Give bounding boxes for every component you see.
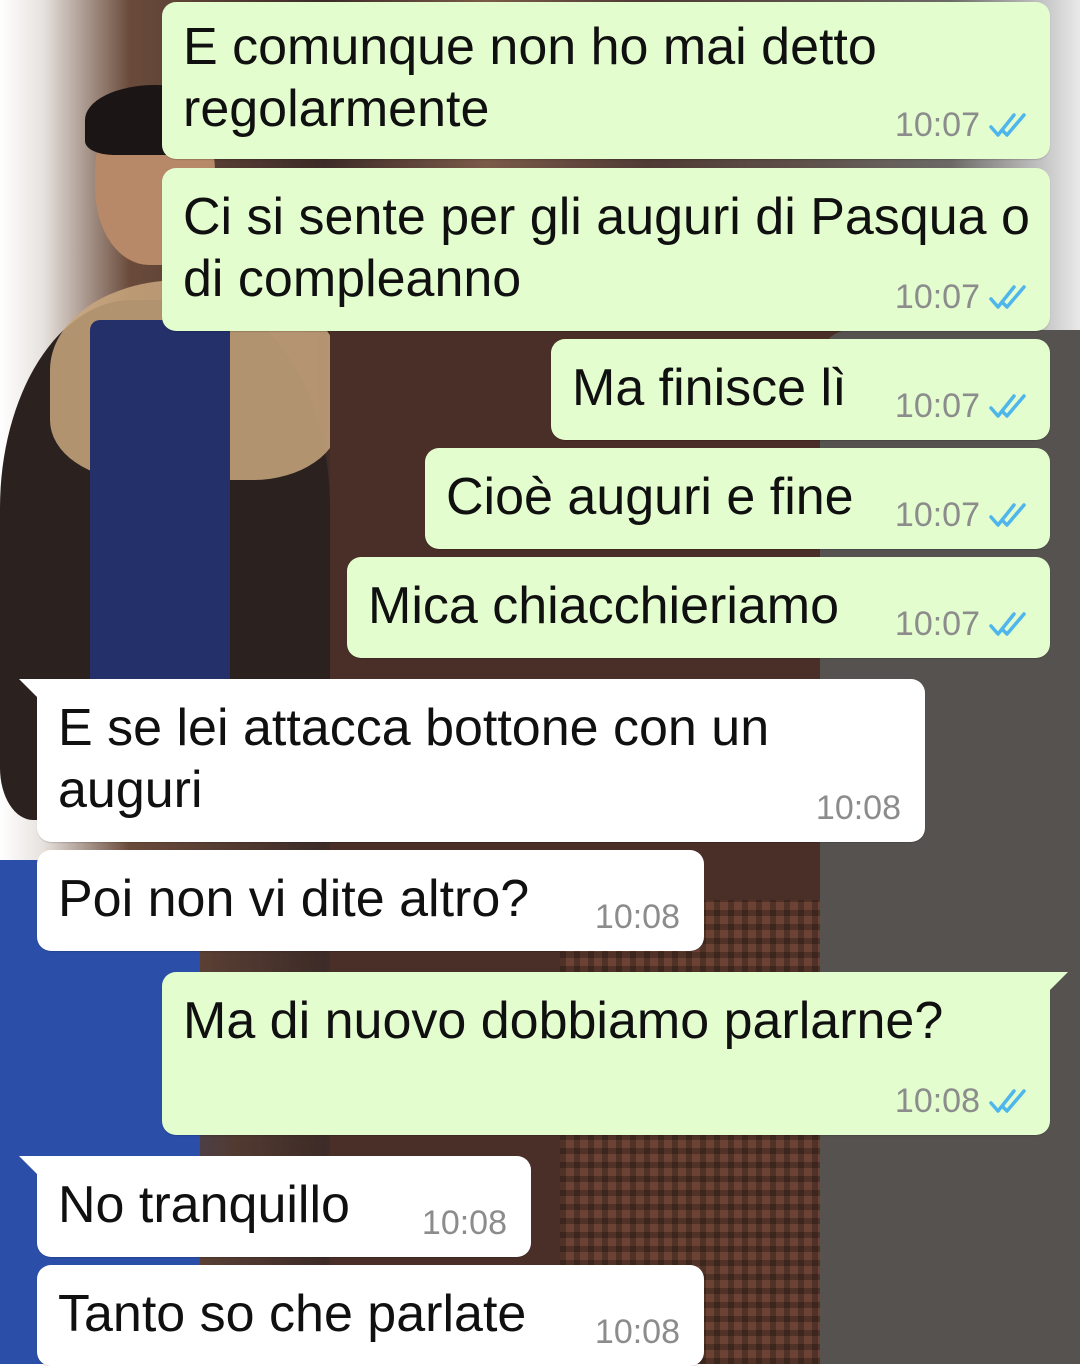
message-bubble-outgoing[interactable]: Cioè auguri e fine 10:07 bbox=[425, 448, 1050, 549]
message-time: 10:08 bbox=[815, 789, 901, 827]
message-text: Tanto so che parlate bbox=[58, 1285, 527, 1343]
message-text: Cioè auguri e fine bbox=[446, 468, 854, 526]
double-check-read-icon bbox=[989, 1089, 1026, 1113]
message-meta: 10:07 bbox=[895, 604, 1030, 644]
message-text: Poi non vi dite altro? bbox=[58, 870, 530, 928]
message-bubble-incoming[interactable]: Poi non vi dite altro? 10:08 bbox=[37, 850, 704, 951]
bubble-tail bbox=[19, 1156, 41, 1178]
message-meta: 10:08 bbox=[895, 1081, 1030, 1121]
message-time: 10:07 bbox=[894, 106, 980, 144]
bubble-tail bbox=[19, 679, 41, 701]
message-time: 10:08 bbox=[594, 898, 680, 936]
message-bubble-outgoing[interactable]: Ma di nuovo dobbiamo parlarne? 10:08 bbox=[162, 972, 1068, 1135]
message-text: Ma di nuovo dobbiamo parlarne? bbox=[183, 992, 944, 1050]
message-time: 10:08 bbox=[421, 1204, 507, 1242]
message-text: E se lei attacca bottone con un auguri bbox=[58, 699, 770, 819]
message-bubble-incoming[interactable]: Tanto so che parlate 10:08 bbox=[37, 1265, 704, 1366]
message-text: Mica chiacchieriamo bbox=[368, 577, 840, 635]
message-time: 10:08 bbox=[594, 1313, 680, 1351]
double-check-read-icon bbox=[989, 612, 1026, 636]
message-text: No tranquillo bbox=[58, 1176, 350, 1234]
message-time: 10:07 bbox=[894, 605, 980, 643]
message-meta: 10:08 bbox=[595, 897, 680, 937]
message-meta: 10:07 bbox=[895, 277, 1030, 317]
bubble-tail bbox=[1046, 972, 1068, 994]
message-time: 10:07 bbox=[894, 278, 980, 316]
message-bubble-outgoing[interactable]: Mica chiacchieriamo 10:07 bbox=[347, 557, 1050, 658]
message-meta: 10:07 bbox=[895, 386, 1030, 426]
message-bubble-outgoing[interactable]: Ci si sente per gli auguri di Pasqua o d… bbox=[162, 168, 1050, 331]
double-check-read-icon bbox=[989, 285, 1026, 309]
message-bubble-incoming[interactable]: E se lei attacca bottone con un auguri 1… bbox=[19, 679, 925, 842]
message-time: 10:07 bbox=[894, 387, 980, 425]
message-meta: 10:07 bbox=[895, 105, 1030, 145]
message-meta: 10:08 bbox=[422, 1203, 507, 1243]
message-text: Ma finisce lì bbox=[572, 359, 847, 417]
message-bubble-incoming[interactable]: No tranquillo 10:08 bbox=[19, 1156, 531, 1257]
message-meta: 10:08 bbox=[816, 788, 901, 828]
double-check-read-icon bbox=[989, 113, 1026, 137]
message-meta: 10:07 bbox=[895, 495, 1030, 535]
message-text: E comunque non ho mai detto regolarmente bbox=[183, 18, 877, 138]
message-meta: 10:08 bbox=[595, 1312, 680, 1352]
double-check-read-icon bbox=[989, 394, 1026, 418]
message-time: 10:07 bbox=[894, 496, 980, 534]
message-time: 10:08 bbox=[894, 1082, 980, 1120]
message-bubble-outgoing[interactable]: E comunque non ho mai detto regolarmente… bbox=[162, 2, 1050, 159]
double-check-read-icon bbox=[989, 503, 1026, 527]
message-bubble-outgoing[interactable]: Ma finisce lì 10:07 bbox=[551, 339, 1050, 440]
